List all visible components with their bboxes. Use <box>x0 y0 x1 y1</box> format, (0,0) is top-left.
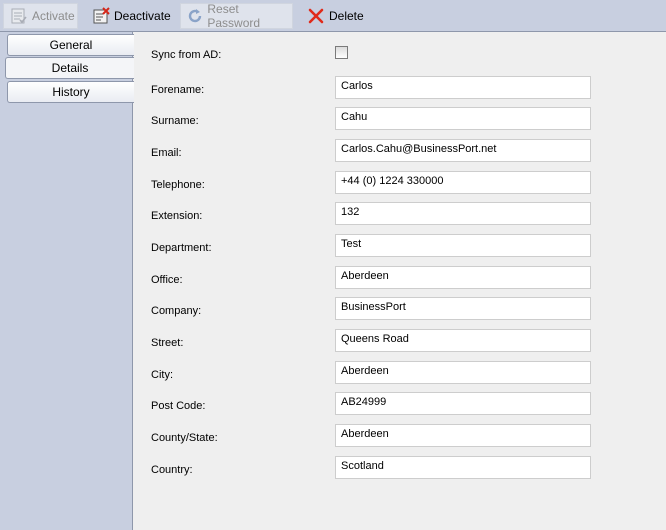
sidebar: General Details History <box>0 32 134 530</box>
surname-row: Surname: Cahu <box>133 105 666 130</box>
department-field[interactable]: Test <box>335 234 591 257</box>
forename-label: Forename: <box>151 84 205 96</box>
department-row: Department: Test <box>133 232 666 257</box>
telephone-field[interactable]: +44 (0) 1224 330000 <box>335 171 591 194</box>
telephone-label: Telephone: <box>151 179 205 191</box>
office-field[interactable]: Aberdeen <box>335 266 591 289</box>
county-state-label: County/State: <box>151 432 218 444</box>
tab-history[interactable]: History <box>7 81 134 103</box>
company-field[interactable]: BusinessPort <box>335 297 591 320</box>
city-label: City: <box>151 369 173 381</box>
email-row: Email: Carlos.Cahu@BusinessPort.net <box>133 137 666 162</box>
activate-doc-icon <box>9 6 29 26</box>
deactivate-doc-icon <box>91 6 111 26</box>
street-field[interactable]: Queens Road <box>335 329 591 352</box>
deactivate-button[interactable]: Deactivate <box>87 3 172 29</box>
forename-field[interactable]: Carlos <box>335 76 591 99</box>
street-label: Street: <box>151 337 184 349</box>
toolbar: Activate Deactivate Reset Password Delet… <box>0 0 666 32</box>
country-row: Country: Scotland <box>133 454 666 479</box>
surname-label: Surname: <box>151 115 199 127</box>
delete-button[interactable]: Delete <box>302 3 372 29</box>
forename-row: Forename: Carlos <box>133 74 666 99</box>
deactivate-label: Deactivate <box>114 9 171 23</box>
extension-label: Extension: <box>151 210 203 222</box>
reset-password-button[interactable]: Reset Password <box>180 2 293 30</box>
email-label: Email: <box>151 147 182 159</box>
reset-password-label: Reset Password <box>207 2 261 30</box>
tab-general[interactable]: General <box>7 34 134 56</box>
refresh-icon <box>185 6 204 26</box>
post-code-label: Post Code: <box>151 400 206 412</box>
office-label: Office: <box>151 274 183 286</box>
county-state-row: County/State: Aberdeen <box>133 422 666 447</box>
post-code-field[interactable]: AB24999 <box>335 392 591 415</box>
county-state-field[interactable]: Aberdeen <box>335 424 591 447</box>
activate-label: Activate <box>32 9 75 23</box>
office-row: Office: Aberdeen <box>133 264 666 289</box>
tab-details[interactable]: Details <box>5 57 134 79</box>
extension-row: Extension: 132 <box>133 200 666 225</box>
company-row: Company: BusinessPort <box>133 295 666 320</box>
red-x-icon <box>306 6 326 26</box>
city-field[interactable]: Aberdeen <box>335 361 591 384</box>
surname-field[interactable]: Cahu <box>335 107 591 130</box>
post-code-row: Post Code: AB24999 <box>133 390 666 415</box>
street-row: Street: Queens Road <box>133 327 666 352</box>
country-field[interactable]: Scotland <box>335 456 591 479</box>
sync-from-ad-checkbox[interactable] <box>335 46 348 59</box>
telephone-row: Telephone: +44 (0) 1224 330000 <box>133 169 666 194</box>
email-field[interactable]: Carlos.Cahu@BusinessPort.net <box>335 139 591 162</box>
details-form: Sync from AD: Forename: Carlos Surname: … <box>133 32 666 530</box>
activate-button[interactable]: Activate <box>3 3 78 29</box>
delete-label: Delete <box>329 9 364 23</box>
department-label: Department: <box>151 242 212 254</box>
company-label: Company: <box>151 305 202 317</box>
sync-from-ad-label: Sync from AD: <box>151 49 222 61</box>
extension-field[interactable]: 132 <box>335 202 591 225</box>
city-row: City: Aberdeen <box>133 359 666 384</box>
sync-from-ad-row: Sync from AD: <box>133 32 666 61</box>
country-label: Country: <box>151 464 193 476</box>
